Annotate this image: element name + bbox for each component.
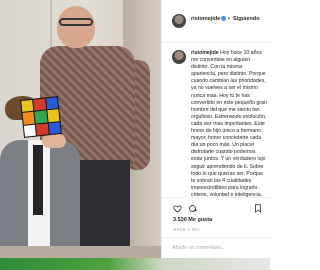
post-header: ristomejide • Siguiendo xyxy=(162,0,271,43)
photo-boy-tie xyxy=(33,145,43,215)
caption-section[interactable]: ristomejide Hoy hace 10 años me converti… xyxy=(162,42,271,197)
likes-count[interactable]: 3.530 Me gusta xyxy=(173,217,212,223)
heart-icon[interactable] xyxy=(173,204,182,213)
cube-sticker xyxy=(45,97,59,110)
comment-input[interactable] xyxy=(172,243,262,253)
caption-username[interactable]: ristomejide xyxy=(191,50,219,56)
photo-man-glasses xyxy=(59,18,93,26)
post-timestamp: HACE 1 DÍA xyxy=(173,227,200,232)
post-details-panel: ristomejide • Siguiendo ristomejide Hoy … xyxy=(161,0,271,258)
cube-sticker xyxy=(47,109,60,122)
photo-man-head xyxy=(57,6,95,48)
cube-sticker xyxy=(23,124,37,137)
photo-floor xyxy=(0,246,161,258)
cube-sticker xyxy=(48,121,61,135)
bottom-strip xyxy=(0,258,270,270)
cube-sticker xyxy=(36,123,49,136)
post-caption: ristomejide Hoy hace 10 años me converti… xyxy=(191,50,267,197)
following-button[interactable]: Siguiendo xyxy=(233,16,260,22)
photo-boy-hands xyxy=(42,134,66,148)
cube-sticker xyxy=(21,99,34,113)
header-username[interactable]: ristomejide • xyxy=(191,16,230,22)
post-actions: 3.530 Me gusta HACE 1 DÍA xyxy=(162,197,271,238)
cube-sticker xyxy=(34,110,48,124)
cube-sticker xyxy=(33,98,46,111)
avatar[interactable] xyxy=(172,14,186,28)
comment-icon[interactable] xyxy=(188,204,197,213)
caption-text: Hoy hace 10 años me convertiste en algui… xyxy=(191,50,267,197)
header-username-text[interactable]: ristomejide xyxy=(191,16,220,22)
bookmark-icon[interactable] xyxy=(254,204,262,213)
post-photo xyxy=(0,0,161,258)
verified-icon xyxy=(221,16,227,22)
header-separator: • xyxy=(227,16,230,22)
avatar[interactable] xyxy=(172,50,186,64)
rubiks-cube xyxy=(20,96,62,138)
cube-sticker xyxy=(22,112,35,125)
comment-box xyxy=(162,237,271,258)
